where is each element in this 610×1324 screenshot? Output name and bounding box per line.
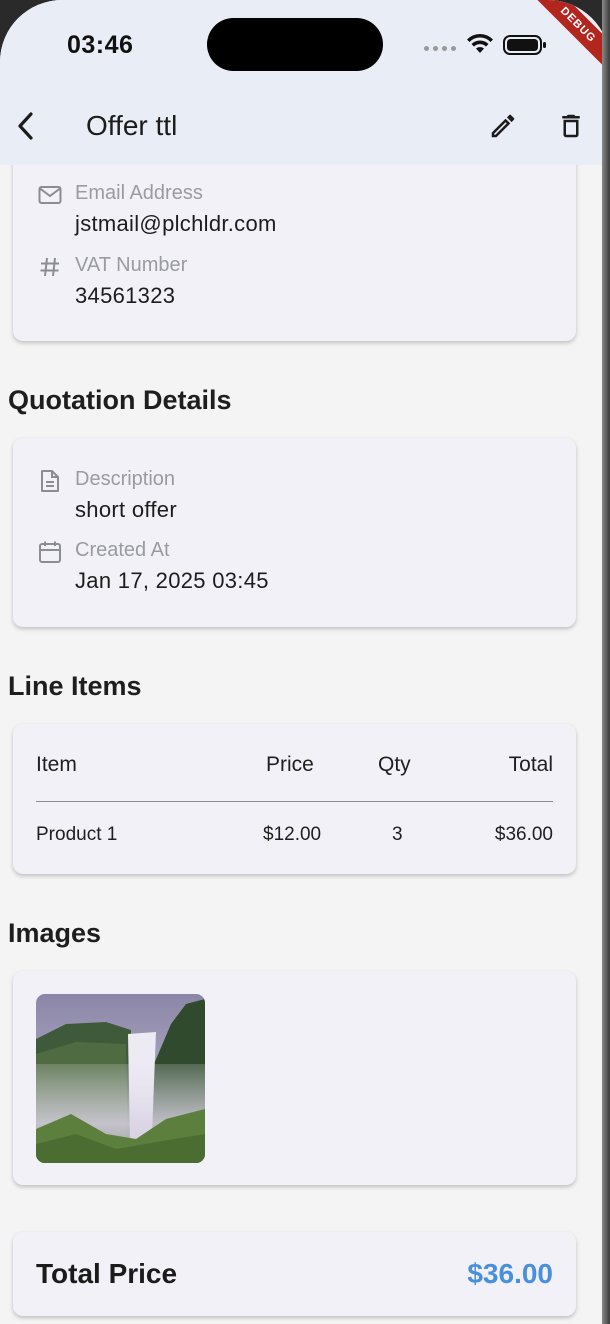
created-label: Created At [75, 539, 170, 561]
battery-icon [503, 35, 546, 55]
line-items-section-title: Line Items [8, 671, 142, 701]
email-value: jstmail@plchldr.com [75, 211, 277, 236]
header-price: Price [266, 753, 314, 776]
vat-label: VAT Number [75, 254, 188, 276]
chevron-left-icon [18, 112, 33, 140]
row-qty: 3 [392, 824, 403, 845]
device-screen: 03:46 Offer ttl DEBUG Email Address jstm… [0, 0, 610, 1324]
row-total: $36.00 [494, 824, 553, 845]
created-value: Jan 17, 2025 03:45 [75, 568, 269, 593]
status-time: 03:46 [67, 31, 134, 59]
hash-icon [37, 254, 63, 280]
edit-button[interactable] [486, 108, 520, 144]
header-item: Item [36, 753, 77, 776]
mail-icon [37, 182, 63, 208]
row-item: Product 1 [36, 824, 118, 845]
quotation-card: Description short offer Created At Jan 1… [13, 438, 576, 627]
email-label: Email Address [75, 182, 203, 204]
description-value: short offer [75, 497, 177, 522]
vat-value: 34561323 [75, 283, 176, 308]
back-button[interactable] [10, 108, 42, 144]
row-price: $12.00 [263, 824, 322, 845]
description-label: Description [75, 468, 176, 490]
page-title: Offer ttl [86, 110, 178, 141]
total-price-card: Total Price $36.00 [13, 1232, 576, 1316]
line-items-card: Item Price Qty Total Product 1 $12.00 3 … [13, 724, 576, 874]
total-price-value: $36.00 [467, 1258, 553, 1289]
header-total: Total [508, 753, 553, 776]
document-icon [37, 468, 63, 494]
calendar-icon [37, 539, 63, 565]
pencil-icon [491, 114, 515, 138]
table-divider [36, 801, 553, 802]
images-section-title: Images [8, 918, 102, 948]
quotation-section-title: Quotation Details [8, 385, 232, 415]
device-edge [602, 0, 610, 1324]
header-qty: Qty [378, 753, 411, 776]
dynamic-island [207, 18, 383, 71]
total-price-label: Total Price [36, 1258, 178, 1289]
signal-icon [424, 46, 456, 51]
wifi-icon [467, 33, 493, 53]
images-card [13, 971, 576, 1185]
top-bar: 03:46 Offer ttl [0, 0, 610, 165]
waterfall-image[interactable] [36, 994, 205, 1163]
delete-button[interactable] [554, 108, 588, 144]
trash-icon [562, 114, 580, 138]
